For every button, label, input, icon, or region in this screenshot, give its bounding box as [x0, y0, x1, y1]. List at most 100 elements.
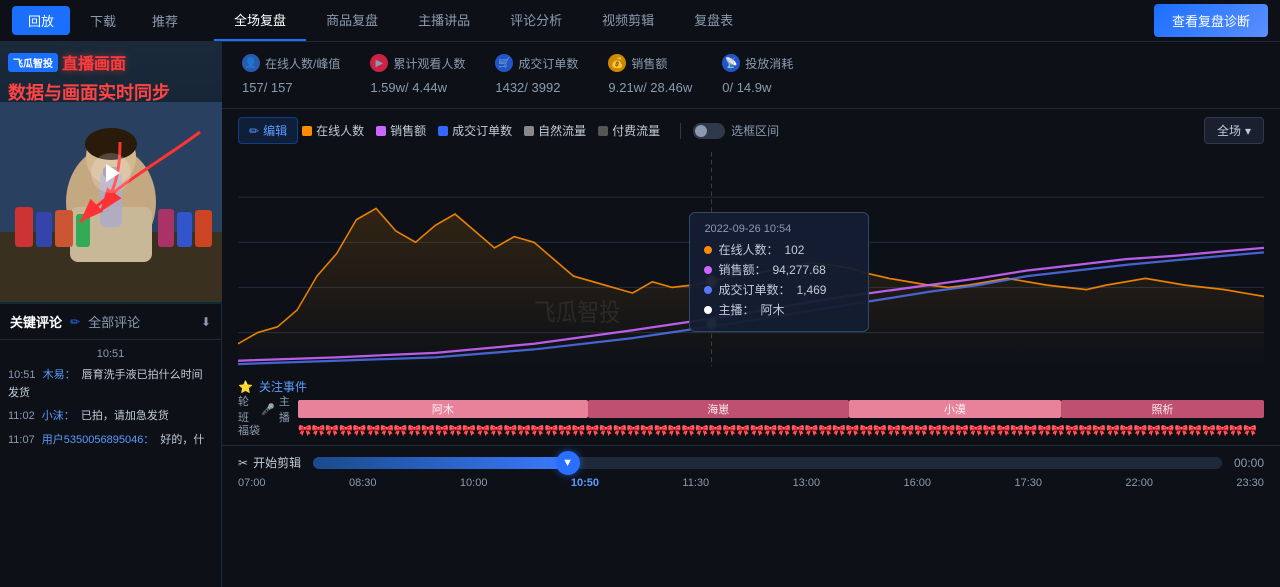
stat-adspend-sub: / 14.9w: [729, 80, 771, 95]
tooltip-value-2: 1,469: [796, 283, 826, 297]
rotation-label: 轮班: [238, 393, 257, 425]
stat-viewers-label: 累计观看人数: [393, 55, 465, 72]
legend-dot-online: [302, 126, 312, 136]
legend-label-paid: 付费流量: [612, 122, 660, 139]
tooltip-value-1: 94,277.68: [772, 263, 825, 277]
time-1: 08:30: [349, 477, 377, 489]
tooltip-row-1: 销售额： 94,277.68: [704, 261, 854, 278]
tooltip-dot-0: [704, 246, 712, 254]
viewers-icon: ▶: [370, 54, 388, 72]
events-section: ⭐ 关注事件 轮班 🎤 主播 阿木 海崽 小漠 照析: [222, 372, 1280, 445]
video-label: 飞瓜智投 直播画面: [8, 50, 126, 74]
legend-dot-paid: [598, 126, 608, 136]
tab-zhubo[interactable]: 主播讲品: [398, 0, 490, 41]
gift-bar: 🎀🎀🎀🎀🎀🎀🎀🎀🎀🎀🎀🎀🎀🎀🎀🎀🎀🎀🎀🎀🎀🎀🎀🎀🎀🎀🎀🎀🎀🎀🎀🎀🎀🎀🎀🎀🎀🎀🎀🎀…: [298, 421, 1264, 439]
orders-icon: 🛒: [495, 54, 513, 72]
tooltip-dot-3: [704, 306, 712, 314]
gift-label: 福袋: [238, 422, 260, 438]
events-label-host: 轮班 🎤 主播: [238, 393, 298, 425]
stat-adspend-label: 投放消耗: [745, 55, 793, 72]
video-container: 飞瓜智投 直播画面 数据与画面实时同步: [0, 42, 222, 304]
stat-sales-label: 销售额: [631, 55, 667, 72]
timeline-cursor[interactable]: ▼: [556, 451, 580, 475]
download-button[interactable]: 下载: [74, 6, 132, 35]
nav-buttons: 回放 下载 推荐: [12, 6, 194, 35]
play-icon: [106, 164, 120, 182]
time-labels: 07:00 08:30 10:00 10:50 11:30 13:00 16:0…: [238, 477, 1264, 489]
edit-icon[interactable]: ✏: [70, 315, 80, 329]
comment-text-0: 唇育洗手液已拍什么时间发货: [8, 369, 203, 399]
comments-title: 关键评论: [10, 312, 62, 331]
time-7: 17:30: [1014, 477, 1042, 489]
timeline-section: ✂ 开始剪辑 ▼ 00:00 07:00 08:30 10:00 10:50 1…: [222, 445, 1280, 493]
tooltip-value-0: 102: [784, 243, 804, 257]
play-button[interactable]: [91, 153, 131, 193]
comment-item-2: 11:07 用户5350056895046： 好的，什: [8, 429, 213, 453]
time-2: 10:00: [460, 477, 488, 489]
stat-online-sub: / 157: [264, 80, 293, 95]
pencil-icon: ✏: [249, 124, 259, 138]
comment-user-0: 木易：: [43, 369, 76, 381]
tooltip-row-2: 成交订单数： 1,469: [704, 281, 854, 298]
stat-online: 👤 在线人数/峰值 157/ 157: [242, 54, 340, 98]
stat-orders-header: 🛒 成交订单数: [495, 54, 578, 72]
online-icon: 👤: [242, 54, 260, 72]
stat-online-label: 在线人数/峰值: [265, 55, 340, 72]
time-0: 07:00: [238, 477, 266, 489]
tooltip-value-3: 阿木: [760, 301, 784, 318]
divider: [680, 123, 681, 139]
legend-dot-natural: [524, 126, 534, 136]
tooltip-label-0: 在线人数：: [718, 241, 778, 258]
tooltip-dot-1: [704, 266, 712, 274]
left-panel: 飞瓜智投 直播画面 数据与画面实时同步: [0, 42, 222, 587]
stat-online-value: 157/ 157: [242, 75, 340, 98]
diagnose-button[interactable]: 查看复盘诊断: [1154, 4, 1268, 37]
comment-time-2: 11:07: [8, 434, 35, 446]
stat-adspend-value: 0/ 14.9w: [722, 75, 793, 98]
fullscene-button[interactable]: 全场 ▾: [1204, 117, 1264, 144]
legend-dot-orders: [438, 126, 448, 136]
all-comments-link[interactable]: 全部评论: [88, 312, 140, 331]
comment-time-1: 11:02: [8, 410, 35, 422]
stat-sales: 💰 销售额 9.21w/ 28.46w: [608, 54, 692, 98]
tab-shangpin[interactable]: 商品复盘: [306, 0, 398, 41]
timeline-controls: ✂ 开始剪辑 ▼ 00:00: [238, 454, 1264, 471]
gift-icon: 🎀🎀🎀🎀🎀🎀🎀🎀🎀🎀🎀🎀🎀🎀🎀🎀🎀🎀🎀🎀🎀🎀🎀🎀🎀🎀🎀🎀🎀🎀🎀🎀🎀🎀🎀🎀🎀🎀🎀🎀…: [298, 424, 1257, 437]
sales-icon: 💰: [608, 54, 626, 72]
scissor-button[interactable]: ✂ 开始剪辑: [238, 454, 301, 471]
timeline-progress: [313, 457, 567, 469]
legend-label-sales: 销售额: [390, 122, 426, 139]
events-row-host: 轮班 🎤 主播 阿木 海崽 小漠 照析: [238, 400, 1264, 418]
host-segment-xiaomo: 小漠: [849, 400, 1062, 418]
time-6: 16:00: [904, 477, 932, 489]
tab-fupan[interactable]: 复盘表: [674, 0, 753, 41]
comments-section: 关键评论 ✏ 全部评论 ⬇ 10:51 10:51 木易： 唇育洗手液已拍什么时…: [0, 304, 221, 587]
tab-quanchang[interactable]: 全场复盘: [214, 0, 306, 41]
fullscene-label: 全场: [1217, 122, 1241, 139]
playback-button[interactable]: 回放: [12, 6, 70, 35]
stat-viewers-value: 1.59w/ 4.44w: [370, 75, 465, 98]
tab-pinglun[interactable]: 评论分析: [490, 0, 582, 41]
comment-time-0: 10:51: [8, 369, 36, 381]
download-icon[interactable]: ⬇: [201, 315, 211, 329]
sync-text: 数据与画面实时同步: [8, 82, 170, 105]
comments-list: 10:51 10:51 木易： 唇育洗手液已拍什么时间发货 11:02 小沫： …: [0, 340, 221, 587]
star-icon: ⭐: [238, 380, 253, 394]
host-bar: 阿木 海崽 小漠 照析: [298, 400, 1264, 418]
chart-area[interactable]: 飞瓜智投 2022-09-26 10:54 在线人数： 102: [238, 152, 1264, 372]
stat-viewers-header: ▶ 累计观看人数: [370, 54, 465, 72]
tooltip-row-3: 主播： 阿木: [704, 301, 854, 318]
end-time: 00:00: [1234, 456, 1264, 470]
stat-online-header: 👤 在线人数/峰值: [242, 54, 340, 72]
range-toggle-switch[interactable]: [693, 123, 725, 139]
recommend-button[interactable]: 推荐: [136, 6, 194, 35]
stat-sales-value: 9.21w/ 28.46w: [608, 75, 692, 98]
tooltip-row-0: 在线人数： 102: [704, 241, 854, 258]
timeline-bar[interactable]: ▼: [313, 457, 1222, 469]
edit-button[interactable]: ✏ 编辑: [238, 117, 298, 144]
legend-label-natural: 自然流量: [538, 122, 586, 139]
tab-video[interactable]: 视频剪辑: [582, 0, 674, 41]
events-label-gift: 福袋: [238, 422, 298, 438]
stat-viewers: ▶ 累计观看人数 1.59w/ 4.44w: [370, 54, 465, 98]
scissor-label: 开始剪辑: [253, 454, 301, 471]
